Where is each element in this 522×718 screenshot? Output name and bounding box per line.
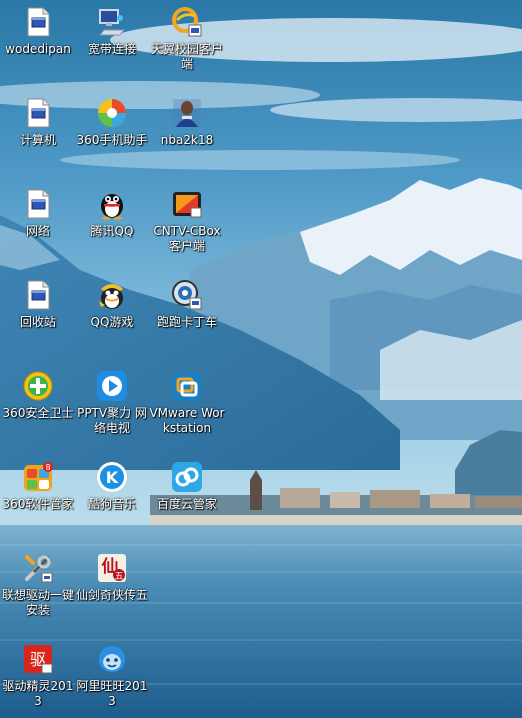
desktop-icon-360-security[interactable]: 360安全卫士 <box>0 364 76 421</box>
document-icon <box>22 188 54 220</box>
svg-text:K: K <box>106 468 119 487</box>
desktop-icon-recycle-bin[interactable]: 回收站 <box>0 273 76 330</box>
svg-text:五: 五 <box>114 572 123 582</box>
desktop-icon-qq[interactable]: 腾讯QQ <box>74 182 150 239</box>
icon-label: 宽带连接 <box>87 42 136 56</box>
icon-label: 360安全卫士 <box>2 406 74 420</box>
desktop-icon-network[interactable]: 网络 <box>0 182 76 239</box>
icon-label: 天翼校园客户端 <box>150 42 223 71</box>
icon-label: 360软件管家 <box>2 497 74 511</box>
icon-label: wodedipan <box>5 42 71 56</box>
desktop-icon-cbox[interactable]: CNTV-CBox客户端 <box>149 182 225 254</box>
driver-genius-icon: 驱 <box>22 643 54 675</box>
desktop-icon-lenovo-driver[interactable]: 联想驱动一键安装 <box>0 546 76 618</box>
document-icon <box>22 279 54 311</box>
kart-rider-icon <box>171 279 203 311</box>
document-icon <box>22 97 54 129</box>
desktop-icon-aliwangwang[interactable]: 阿里旺旺2013 <box>74 637 150 709</box>
icon-label: 360手机助手 <box>76 133 148 147</box>
360-software-icon: 8 <box>22 461 54 493</box>
icon-label: 腾讯QQ <box>90 224 134 238</box>
desktop-icon-qq-game[interactable]: QQ游戏 <box>74 273 150 330</box>
desktop-icon-kart-rider[interactable]: 跑跑卡丁车 <box>149 273 225 330</box>
desktop-icon-kugou[interactable]: K 酷狗音乐 <box>74 455 150 512</box>
wrench-screwdriver-icon <box>22 552 54 584</box>
desktop-icon-xianjian[interactable]: 仙五 仙剑奇侠传五 <box>74 546 150 603</box>
icon-label: nba2k18 <box>160 133 214 147</box>
svg-text:8: 8 <box>45 463 50 472</box>
desktop-icon-wodedipan[interactable]: wodedipan <box>0 0 76 57</box>
icon-label: 驱动精灵2013 <box>2 679 74 708</box>
icon-label: 回收站 <box>19 315 56 329</box>
icon-label: 酷狗音乐 <box>87 497 136 511</box>
icon-label: VMware Workstation <box>149 406 225 435</box>
desktop-icon-baidu-cloud[interactable]: 百度云管家 <box>149 455 225 512</box>
campus-client-icon <box>171 6 203 38</box>
cbox-icon <box>171 188 203 220</box>
icon-label: QQ游戏 <box>90 315 134 329</box>
icon-label: 仙剑奇侠传五 <box>75 588 148 602</box>
desktop-icon-nba2k18[interactable]: nba2k18 <box>149 91 225 148</box>
xianjian-icon: 仙五 <box>96 552 128 584</box>
kugou-icon: K <box>96 461 128 493</box>
desktop-icon-pptv[interactable]: PPTV聚力 网络电视 <box>74 364 150 436</box>
desktop-icon-campus-client[interactable]: 天翼校园客户端 <box>149 0 225 72</box>
pptv-icon <box>96 370 128 402</box>
360-security-icon <box>22 370 54 402</box>
qq-penguin-icon <box>96 188 128 220</box>
icon-label: 阿里旺旺2013 <box>76 679 148 708</box>
360-mobile-icon <box>96 97 128 129</box>
desktop-icon-driver-genius[interactable]: 驱 驱动精灵2013 <box>0 637 76 709</box>
qq-game-icon <box>96 279 128 311</box>
icon-label: 跑跑卡丁车 <box>156 315 217 329</box>
icon-label: 计算机 <box>19 133 56 147</box>
desktop-icon-broadband[interactable]: 宽带连接 <box>74 0 150 57</box>
icon-label: 网络 <box>25 224 50 238</box>
vmware-icon <box>171 370 203 402</box>
desktop-icon-computer[interactable]: 计算机 <box>0 91 76 148</box>
icon-label: PPTV聚力 网络电视 <box>77 406 147 435</box>
baidu-cloud-icon <box>171 461 203 493</box>
aliwangwang-icon <box>96 643 128 675</box>
desktop-icon-360-mobile[interactable]: 360手机助手 <box>74 91 150 148</box>
icon-label: 百度云管家 <box>156 497 217 511</box>
icon-label: 联想驱动一键安装 <box>1 588 74 617</box>
player-photo-icon <box>171 97 203 129</box>
icon-label: CNTV-CBox客户端 <box>153 224 221 253</box>
desktop-icon-360-software[interactable]: 8 360软件管家 <box>0 455 76 512</box>
desktop-icon-vmware[interactable]: VMware Workstation <box>149 364 225 436</box>
document-icon <box>22 6 54 38</box>
network-computer-icon <box>96 6 128 38</box>
